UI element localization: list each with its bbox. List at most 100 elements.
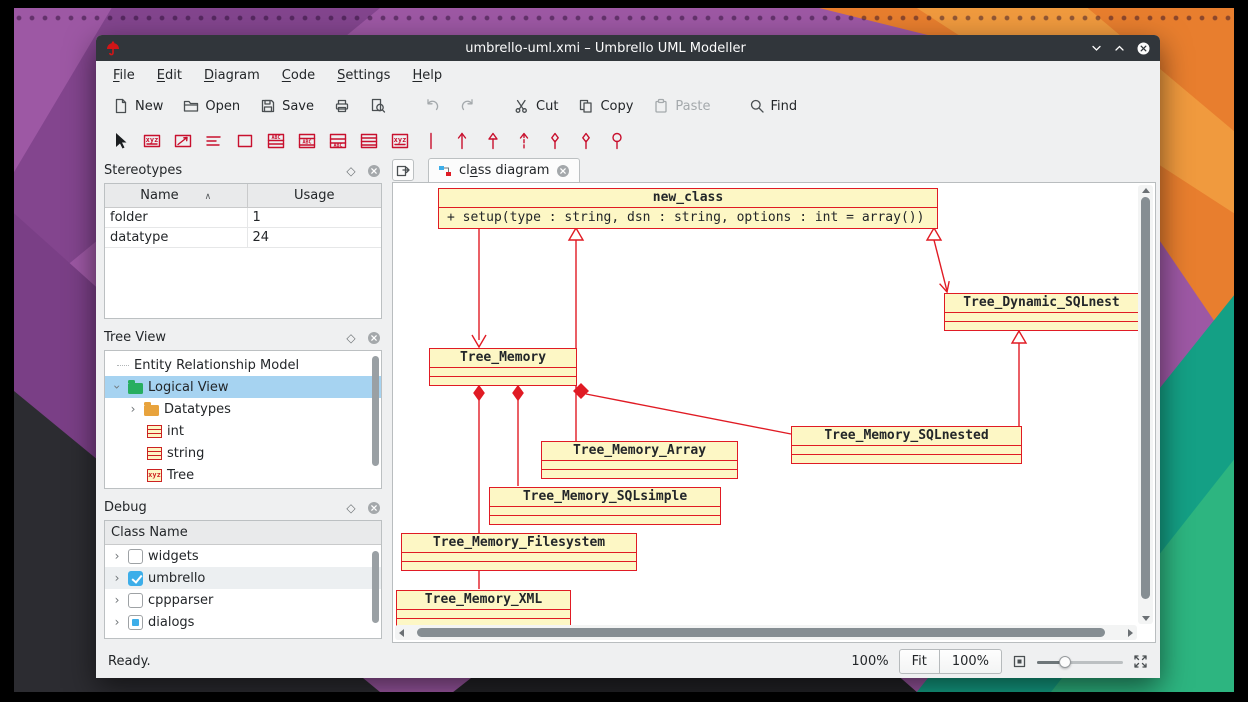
aggregation-tool[interactable] [571,126,600,155]
float-dock-icon[interactable]: ◇ [343,500,359,516]
interface-tool[interactable]: ABC [292,126,321,155]
menu-code[interactable]: Code [273,65,324,86]
tab-class-diagram[interactable]: class diagram [428,158,580,182]
tree-item-int[interactable]: int [105,420,381,442]
select-tool[interactable] [106,126,135,155]
close-dock-icon[interactable] [366,163,382,179]
table-row[interactable]: folder 1 [105,207,381,227]
class-tool[interactable]: ABC [261,126,290,155]
minimize-button[interactable] [1090,42,1103,55]
expander-chevron-icon[interactable]: › [127,403,139,415]
redo-button[interactable] [453,94,483,118]
directional-association-tool[interactable] [447,126,476,155]
expander-chevron-icon[interactable]: › [111,381,123,393]
datatype-tool[interactable]: ABC [323,126,352,155]
horizontal-scrollbar-thumb[interactable] [417,628,1105,637]
debug-item-umbrello[interactable]: › umbrello [105,567,381,589]
tree-item-string[interactable]: string [105,442,381,464]
entity-tool[interactable]: xyz [385,126,414,155]
enum-tool[interactable] [354,126,383,155]
fullscreen-expand-icon[interactable] [1133,654,1148,669]
maximize-button[interactable] [1113,42,1126,55]
copy-button[interactable]: Copy [571,94,640,118]
new-tab-button[interactable] [392,159,414,181]
vertical-scrollbar[interactable] [1138,185,1153,624]
generalization-tool[interactable] [478,126,507,155]
tree-item-entity-relationship-model[interactable]: Entity Relationship Model [105,354,381,376]
cut-scissors-icon [514,98,530,114]
zoom-page-icon[interactable] [1012,654,1027,669]
zoom-100-button[interactable]: 100% [939,649,1002,674]
dependency-tool[interactable] [509,126,538,155]
find-button[interactable]: Find [742,94,805,118]
cppparser-checkbox[interactable] [128,593,143,608]
horizontal-scrollbar[interactable] [395,625,1137,640]
close-dock-icon[interactable] [366,330,382,346]
menu-diagram[interactable]: Diagram [195,65,269,86]
scroll-down-icon[interactable] [1142,616,1150,621]
box-tool[interactable] [230,126,259,155]
print-preview-button[interactable] [363,94,393,118]
widgets-checkbox[interactable] [128,549,143,564]
close-tab-icon[interactable] [556,164,570,178]
debug-scrollbar-thumb[interactable] [372,551,379,623]
message-tool[interactable] [168,126,197,155]
debug-item-dialogs[interactable]: › dialogs [105,611,381,633]
zoom-slider[interactable] [1037,654,1123,670]
object-tool[interactable]: xyz [137,126,166,155]
uml-class-tree-memory-sqlnested[interactable]: Tree_Memory_SQLnested [791,426,1022,464]
tree-item-datatypes[interactable]: › Datatypes [105,398,381,420]
uml-class-tree-memory[interactable]: Tree_Memory [429,348,577,386]
open-button[interactable]: Open [176,94,247,118]
save-button[interactable]: Save [253,94,321,118]
float-dock-icon[interactable]: ◇ [343,330,359,346]
uml-class-tree-memory-sqlsimple[interactable]: Tree_Memory_SQLsimple [489,487,721,525]
slider-knob[interactable] [1059,656,1071,668]
debug-item-cppparser[interactable]: › cppparser [105,589,381,611]
cut-button[interactable]: Cut [507,94,565,118]
column-header-name[interactable]: Name∧ [105,184,247,207]
menu-help[interactable]: Help [403,65,451,86]
menu-settings[interactable]: Settings [328,65,399,86]
uml-class-tree-dynamic-sqlnest[interactable]: Tree_Dynamic_SQLnest [944,293,1138,331]
uml-class-tree-memory-filesystem[interactable]: Tree_Memory_Filesystem [401,533,637,571]
tree-item-logical-view[interactable]: › Logical View [105,376,381,398]
menu-edit[interactable]: Edit [148,65,191,86]
paste-button[interactable]: Paste [646,94,717,118]
menu-file[interactable]: File [104,65,144,86]
composition-tool[interactable] [540,126,569,155]
debug-item-widgets[interactable]: › widgets [105,545,381,567]
float-dock-icon[interactable]: ◇ [343,163,359,179]
scroll-left-icon[interactable] [399,629,404,637]
diagram-canvas[interactable]: new_class + setup(type : string, dsn : s… [392,182,1156,643]
association-tool[interactable] [416,126,445,155]
tree-item-tree[interactable]: xyz Tree [105,464,381,486]
expander-chevron-icon[interactable]: › [111,594,123,606]
table-row[interactable]: datatype 24 [105,227,381,247]
class-icon: ABC [266,131,286,151]
column-header-usage[interactable]: Usage [247,184,381,207]
expander-chevron-icon[interactable]: › [111,572,123,584]
uml-class-new-class[interactable]: new_class + setup(type : string, dsn : s… [438,188,938,229]
class-name-column-header[interactable]: Class Name [105,521,381,545]
uml-class-tree-memory-array[interactable]: Tree_Memory_Array [541,441,738,479]
undo-button[interactable] [417,94,447,118]
zoom-fit-button[interactable]: Fit [899,649,940,674]
tree-scrollbar-thumb[interactable] [372,356,379,466]
expander-chevron-icon[interactable]: › [111,550,123,562]
titlebar[interactable]: umbrello-uml.xmi – Umbrello UML Modeller [96,35,1160,61]
scroll-up-icon[interactable] [1142,188,1150,193]
uml-class-tree-memory-xml[interactable]: Tree_Memory_XML [396,590,571,628]
umbrello-checkbox[interactable] [128,571,143,586]
containment-tool[interactable] [602,126,631,155]
note-tool[interactable] [199,126,228,155]
new-button[interactable]: New [106,94,170,118]
close-dock-icon[interactable] [366,500,382,516]
dialogs-checkbox[interactable] [128,615,143,630]
close-button[interactable] [1136,41,1151,56]
expander-chevron-icon[interactable]: › [111,616,123,628]
vertical-scrollbar-thumb[interactable] [1141,197,1150,599]
print-button[interactable] [327,94,357,118]
scroll-right-icon[interactable] [1128,629,1133,637]
minimize-icon [1090,42,1103,55]
